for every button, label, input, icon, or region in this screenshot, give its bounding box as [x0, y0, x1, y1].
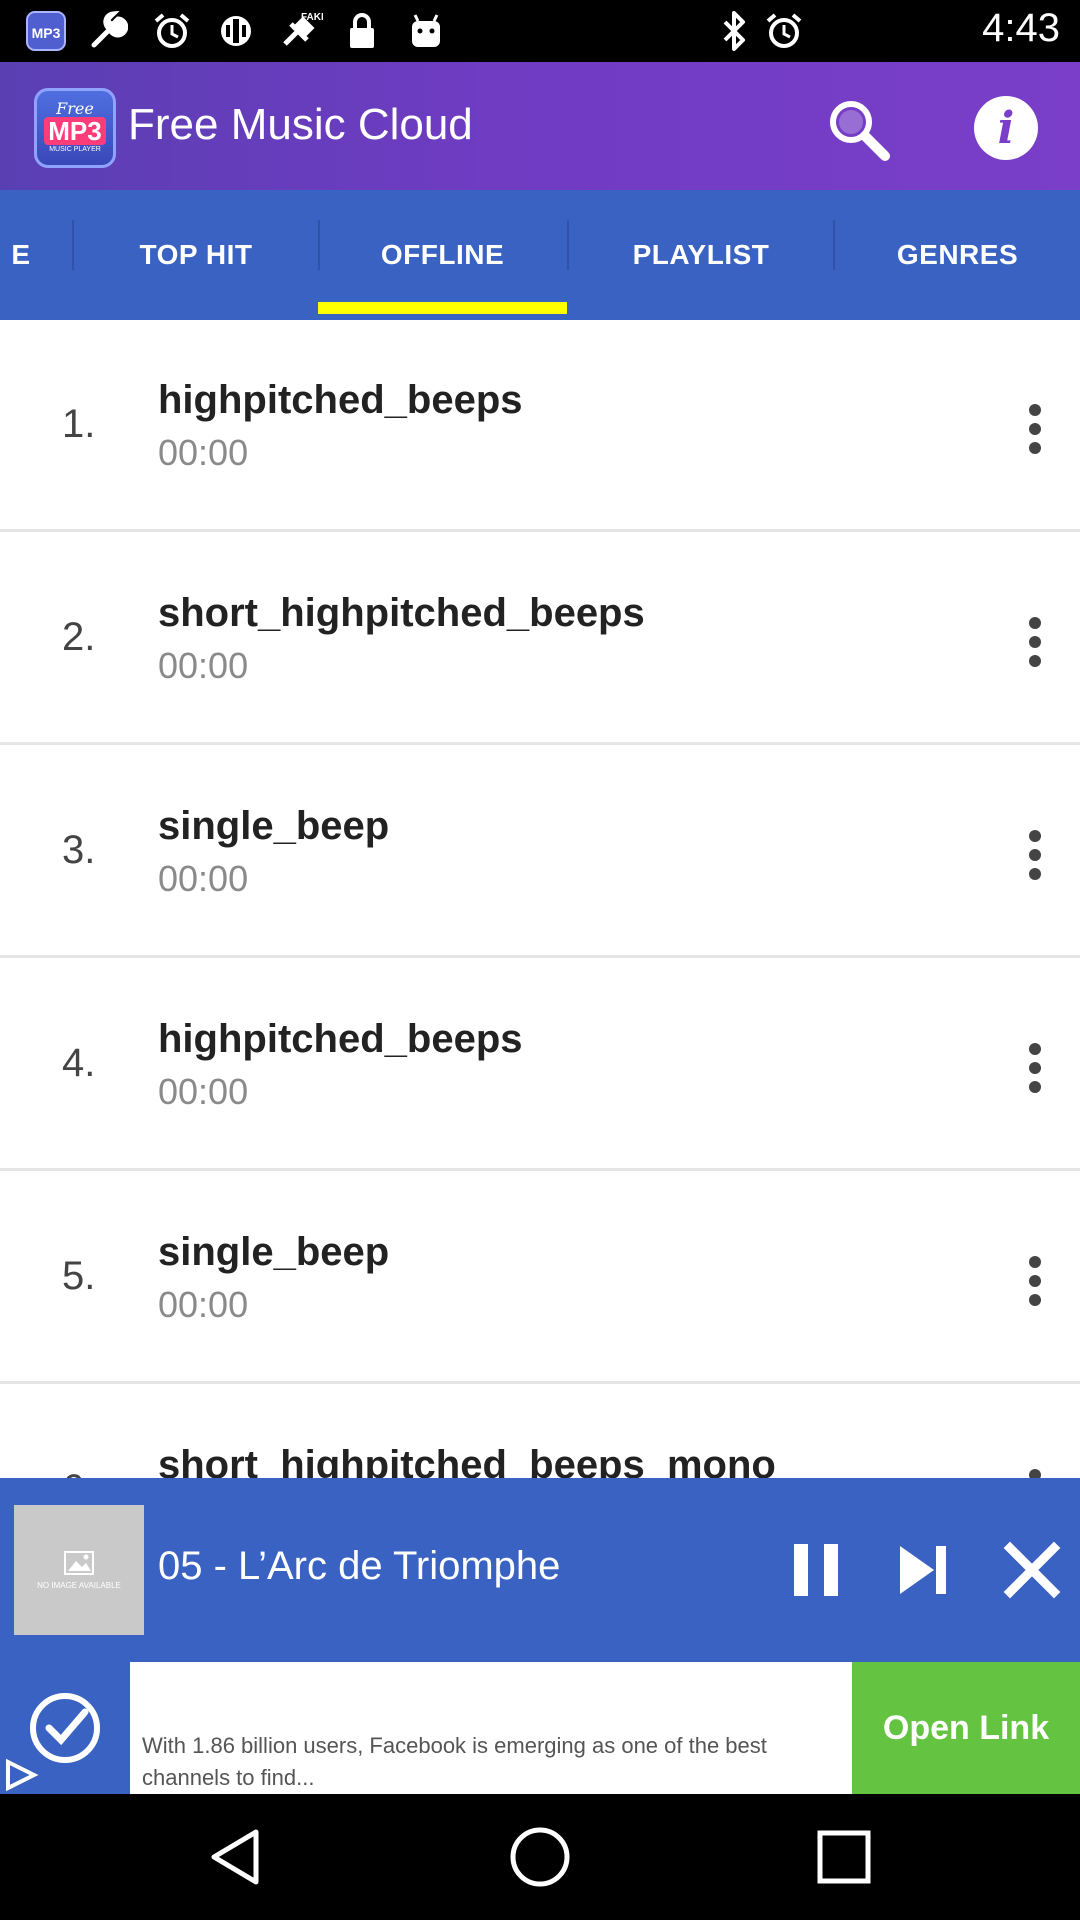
bluetooth-icon [714, 10, 754, 52]
pause-button[interactable] [786, 1540, 846, 1600]
android-icon [404, 10, 448, 52]
lock-icon [344, 10, 380, 52]
open-link-button[interactable]: Open Link [852, 1662, 1080, 1794]
ad-banner[interactable]: With 1.86 billion users, Facebook is eme… [0, 1662, 1080, 1794]
track-title: single_beep [158, 1230, 390, 1274]
recents-button[interactable] [811, 1824, 877, 1890]
track-title: highpitched_beeps [158, 1017, 523, 1061]
track-title: highpitched_beeps [158, 378, 523, 422]
track-row[interactable]: 4. highpitched_beeps 00:00 [0, 959, 1080, 1171]
back-icon [211, 1829, 259, 1885]
app-title: Free Music Cloud [128, 100, 473, 149]
track-number: 3. [62, 828, 96, 872]
track-number: 2. [62, 615, 96, 659]
pause-icon [794, 1544, 838, 1596]
tab-bar: E TOP HIT OFFLINE PLAYLIST GENRES [0, 190, 1080, 320]
track-title: short_highpitched_beeps [158, 591, 645, 635]
svg-text:FAKE: FAKE [301, 12, 323, 23]
track-row[interactable]: 2. short_highpitched_beeps 00:00 [0, 533, 1080, 745]
logo-line-1: Free [56, 99, 94, 118]
album-art: NO IMAGE AVAILABLE [14, 1505, 144, 1635]
alarm-icon [762, 10, 806, 52]
more-options-icon[interactable] [1010, 1256, 1060, 1306]
track-list: 1. highpitched_beeps 00:00 2. short_high… [0, 320, 1080, 1480]
now-playing-title: 05 - L’Arc de Triomphe [158, 1544, 561, 1588]
mini-player[interactable]: NO IMAGE AVAILABLE 05 - L’Arc de Triomph… [0, 1478, 1080, 1662]
tab-partial[interactable]: E [0, 190, 72, 320]
status-bar: MP3 FAKE 4:43 [0, 0, 1080, 62]
info-icon: i [997, 102, 1015, 154]
more-options-icon[interactable] [1010, 830, 1060, 880]
info-button[interactable]: i [974, 96, 1038, 160]
tab-genres[interactable]: GENRES [835, 190, 1080, 320]
track-duration: 00:00 [158, 645, 249, 686]
image-placeholder-icon [64, 1550, 94, 1575]
track-duration: 00:00 [158, 1284, 249, 1325]
logo-line-3: MUSIC PLAYER [49, 146, 101, 153]
track-row[interactable]: 5. single_beep 00:00 [0, 1172, 1080, 1384]
logo-line-2: MP3 [44, 117, 106, 145]
track-row[interactable]: 1. highpitched_beeps 00:00 [0, 320, 1080, 532]
track-row[interactable]: 3. single_beep 00:00 [0, 746, 1080, 958]
more-options-icon[interactable] [1010, 1043, 1060, 1093]
track-title: single_beep [158, 804, 390, 848]
tab-offline[interactable]: OFFLINE [318, 190, 567, 320]
back-button[interactable] [204, 1824, 270, 1890]
tab-top-hit[interactable]: TOP HIT [74, 190, 318, 320]
wrench-icon [86, 10, 130, 52]
track-number: 5. [62, 1254, 96, 1298]
navigation-bar [0, 1794, 1080, 1920]
track-duration: 00:00 [158, 432, 249, 473]
free-mp3-notification-icon: MP3 [24, 10, 68, 52]
skip-next-icon [900, 1546, 946, 1594]
search-button[interactable] [825, 96, 891, 162]
no-image-text: NO IMAGE AVAILABLE [37, 1580, 121, 1590]
track-duration: 00:00 [158, 858, 249, 899]
recents-icon [817, 1830, 871, 1884]
more-options-icon[interactable] [1010, 617, 1060, 667]
track-duration: 00:00 [158, 1071, 249, 1112]
svg-text:MP3: MP3 [32, 25, 61, 41]
search-icon [830, 101, 890, 161]
ad-text: With 1.86 billion users, Facebook is eme… [142, 1733, 767, 1790]
active-tab-indicator [318, 302, 567, 314]
settings-icon [214, 10, 258, 52]
track-row[interactable]: 6. short_highpitched_beeps_mono [0, 1385, 1080, 1480]
track-title: short_highpitched_beeps_mono [158, 1443, 776, 1480]
track-number: 1. [62, 402, 96, 446]
app-bar: Free MP3 MUSIC PLAYER Free Music Cloud i [0, 62, 1080, 190]
track-number: 4. [62, 1041, 96, 1085]
alarm-icon [150, 10, 194, 52]
more-options-icon[interactable] [1010, 404, 1060, 454]
close-icon [1003, 1541, 1061, 1599]
next-button[interactable] [894, 1540, 954, 1600]
home-icon [510, 1827, 570, 1887]
close-player-button[interactable] [1002, 1540, 1062, 1600]
tab-playlist[interactable]: PLAYLIST [569, 190, 833, 320]
ad-choices-icon[interactable] [0, 1756, 42, 1794]
app-logo: Free MP3 MUSIC PLAYER [34, 88, 116, 168]
home-button[interactable] [507, 1824, 573, 1890]
status-time: 4:43 [982, 6, 1060, 50]
fake-gps-icon: FAKE [276, 10, 324, 52]
